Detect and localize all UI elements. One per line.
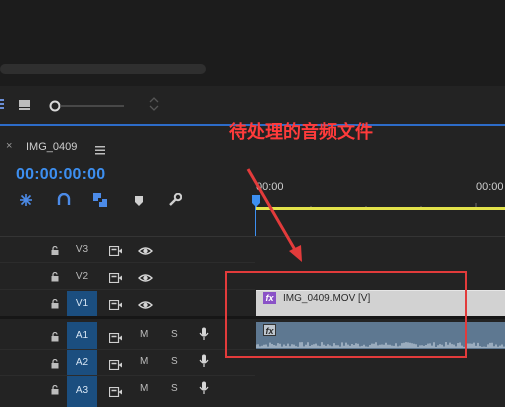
track-divider [0,349,255,350]
track-label-v3[interactable]: V3 [67,237,97,262]
sync-lock-icon[interactable] [108,297,123,315]
track-lock-icon[interactable] [51,269,59,287]
sequence-tab-name[interactable]: IMG_0409 [26,141,77,153]
track-label-a3[interactable]: A3 [67,376,97,407]
sync-lock-icon[interactable] [108,384,123,402]
mute-button[interactable]: M [140,383,148,394]
solo-button[interactable]: S [171,383,178,394]
solo-button[interactable]: S [171,356,178,367]
toggle-output-eye-icon[interactable] [137,270,154,288]
track-lock-icon[interactable] [51,356,59,374]
display-mode-icon[interactable] [18,98,32,110]
highlight-box [225,271,467,358]
close-tab-icon[interactable]: × [6,140,12,152]
timecode-display[interactable]: 00:00:00:00 [16,166,105,184]
sync-lock-icon[interactable] [108,243,123,261]
sidebar-toggle-icon[interactable] [0,97,5,109]
microphone-icon[interactable] [199,381,209,400]
insert-nest-icon[interactable] [19,193,33,207]
zoom-slider[interactable] [48,99,128,112]
track-lock-icon[interactable] [51,329,59,347]
timeline-settings-wrench-icon[interactable] [168,192,183,207]
annotation-label: 待处理的音频文件 [229,122,373,143]
mute-button[interactable]: M [140,329,148,340]
track-lock-icon[interactable] [51,382,59,400]
zoom-stepper-icon[interactable] [148,97,160,111]
microphone-icon[interactable] [199,327,209,346]
track-divider [0,289,255,290]
track-label-a2[interactable]: A2 [67,350,97,375]
track-label-v1[interactable]: V1 [67,291,97,316]
track-divider [0,262,255,263]
sync-lock-icon[interactable] [108,357,123,375]
ruler-time-label: 00:00 [476,181,504,193]
sync-lock-icon[interactable] [108,270,123,288]
horizontal-scrollbar[interactable] [0,64,206,74]
toggle-output-eye-icon[interactable] [137,297,154,315]
track-label-a1[interactable]: A1 [67,322,97,349]
toggle-output-eye-icon[interactable] [137,243,154,261]
solo-button[interactable]: S [171,329,178,340]
mute-button[interactable]: M [140,356,148,367]
track-divider [0,375,255,376]
track-label-v2[interactable]: V2 [67,264,97,289]
microphone-icon[interactable] [199,354,209,373]
annotation-arrow [244,165,306,265]
track-lock-icon[interactable] [51,242,59,260]
snap-magnet-icon[interactable] [57,192,71,207]
add-marker-icon[interactable] [134,194,144,206]
linked-selection-icon[interactable] [92,192,108,208]
track-lock-icon[interactable] [51,296,59,314]
tab-menu-icon[interactable] [95,142,105,155]
sync-lock-icon[interactable] [108,330,123,348]
